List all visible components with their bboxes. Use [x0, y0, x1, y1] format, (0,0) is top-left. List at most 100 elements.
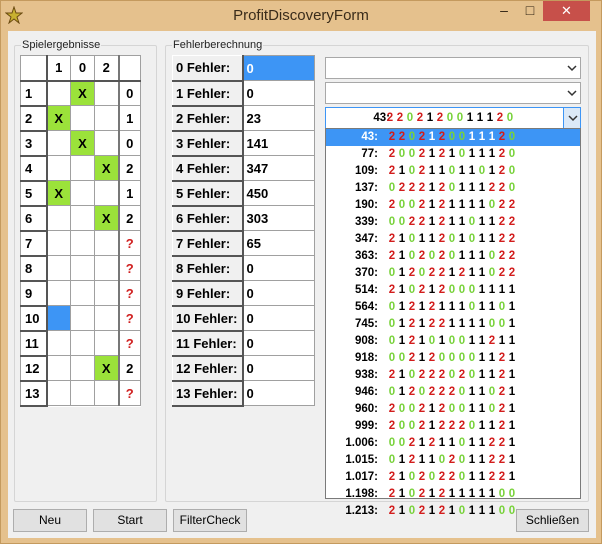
- tipp-list-item[interactable]: 514: 2 1 0 2 1 2 0 0 0 1 1 1 1: [326, 282, 580, 299]
- fehler-value[interactable]: 0: [242, 280, 315, 306]
- tipp-list-item[interactable]: 347: 2 1 0 1 1 2 0 1 0 1 1 2 2: [326, 231, 580, 248]
- grid-tipp-cell[interactable]: [94, 180, 119, 206]
- tipp-list-item[interactable]: 946: 0 1 2 0 2 2 2 0 1 1 0 2 1: [326, 384, 580, 401]
- tipp-list-item[interactable]: 1.198: 2 1 0 2 1 2 1 1 1 1 1 0 0: [326, 486, 580, 503]
- grid-tipp-cell[interactable]: [94, 105, 119, 131]
- grid-tipp-cell[interactable]: [46, 355, 71, 381]
- grid-tipp-cell[interactable]: [94, 255, 119, 281]
- grid-tipp-cell[interactable]: [70, 255, 95, 281]
- fehler-value[interactable]: 303: [242, 205, 315, 231]
- tipp-list-item[interactable]: 109: 2 1 0 2 1 1 0 1 1 0 1 2 0: [326, 163, 580, 180]
- chevron-down-icon[interactable]: [566, 62, 578, 74]
- grid-tipp-cell[interactable]: [94, 305, 119, 331]
- grid-tipp-cell[interactable]: [46, 205, 71, 231]
- filtercheck-button[interactable]: FilterCheck: [173, 509, 247, 532]
- grid-tipp-cell[interactable]: [70, 155, 95, 181]
- title-bar[interactable]: ProfitDiscoveryForm – □ ✕: [1, 1, 601, 31]
- grid-tipp-cell[interactable]: X: [70, 130, 95, 156]
- grid-result-cell: 2: [117, 205, 141, 231]
- grid-tipp-cell[interactable]: [46, 305, 71, 331]
- tipp-number: 918:: [354, 352, 378, 364]
- schliessen-button[interactable]: Schließen: [516, 509, 589, 532]
- grid-tipp-cell[interactable]: [46, 330, 71, 356]
- grid-tipp-cell[interactable]: [46, 230, 71, 256]
- tipp-list-item[interactable]: 999: 2 0 0 2 1 2 2 2 0 1 1 2 1: [326, 418, 580, 435]
- tipp-list-item[interactable]: 190: 2 0 0 2 1 2 1 1 1 1 0 2 2: [326, 197, 580, 214]
- grid-tipp-cell[interactable]: X: [94, 205, 119, 231]
- fehler-value[interactable]: 0: [242, 80, 315, 106]
- fehler-table[interactable]: 0 Fehler: 0 1 Fehler: 0 2 Fehler: 23 3 Fehler:…: [172, 55, 315, 407]
- grid-tipp-cell[interactable]: X: [46, 105, 71, 131]
- tipp-list-item[interactable]: 1.006: 0 0 2 1 2 1 1 0 1 1 2 2 1: [326, 435, 580, 452]
- grid-tipp-cell[interactable]: [94, 330, 119, 356]
- grid-tipp-cell[interactable]: X: [94, 155, 119, 181]
- start-button[interactable]: Start: [93, 509, 167, 532]
- grid-tipp-cell[interactable]: [70, 380, 95, 406]
- tipp-list-item[interactable]: 137: 0 2 2 2 1 2 0 1 1 1 2 2 0: [326, 180, 580, 197]
- tipp-dropdown-list[interactable]: 43: 2 2 0 2 1 2 0 0 1 1 1 2 0 77: 2 0 0 2 1 2 1 0 1 1 1 2 0 109: 2 1 0 2…: [325, 128, 581, 517]
- tipp-list-item[interactable]: 938: 2 1 0 2 2 2 0 2 0 1 1 2 1: [326, 367, 580, 384]
- grid-tipp-cell[interactable]: [94, 230, 119, 256]
- tipp-list-item[interactable]: 918: 0 0 2 1 2 0 0 0 0 1 1 2 1: [326, 350, 580, 367]
- tipp-list-item[interactable]: 77: 2 0 0 2 1 2 1 0 1 1 1 2 0: [326, 146, 580, 163]
- tipp-list-item[interactable]: 745: 0 1 2 1 2 2 1 1 1 1 0 0 1: [326, 316, 580, 333]
- results-grid[interactable]: 1 0 2 1 X 0 2 X 1 3 X 0 4 X 2 5 X 1 6 X 2 7? 8? 9? 10? 11? 12 X 2 13?: [20, 55, 141, 407]
- fehler-row: 5 Fehler: 450: [172, 180, 315, 207]
- tipp-combo[interactable]: 43: 2 2 0 2 1 2 0 0 1 1 1 2 0: [325, 107, 581, 129]
- tipp-list-item[interactable]: 370: 0 1 2 0 2 2 1 2 1 1 0 2 2: [326, 265, 580, 282]
- fehler-value[interactable]: 0: [242, 55, 315, 81]
- fehler-value[interactable]: 450: [242, 180, 315, 206]
- grid-tipp-cell[interactable]: [70, 330, 95, 356]
- tipp-digits: 2102220201121: [388, 369, 516, 381]
- fehler-value[interactable]: 23: [242, 105, 315, 131]
- grid-tipp-cell[interactable]: [70, 305, 95, 331]
- fehler-value[interactable]: 0: [242, 255, 315, 281]
- minimize-button[interactable]: –: [491, 1, 517, 21]
- tipp-list-item[interactable]: 339: 0 0 2 2 1 2 1 1 0 1 1 2 2: [326, 214, 580, 231]
- tipp-list-item[interactable]: 363: 2 1 0 2 0 2 0 1 1 1 0 2 2: [326, 248, 580, 265]
- grid-tipp-cell[interactable]: [70, 230, 95, 256]
- grid-tipp-cell[interactable]: [46, 380, 71, 406]
- neu-button[interactable]: Neu: [13, 509, 87, 532]
- filter-combo-1[interactable]: [325, 57, 581, 79]
- tipp-list-item[interactable]: 1.015: 0 1 2 1 1 0 2 0 1 1 2 2 1: [326, 452, 580, 469]
- grid-tipp-cell[interactable]: [94, 130, 119, 156]
- tipp-combo-dropdown-button[interactable]: [563, 108, 580, 128]
- grid-tipp-cell[interactable]: [46, 155, 71, 181]
- tipp-list-item[interactable]: 908: 0 1 2 1 0 1 0 0 1 1 2 1 1: [326, 333, 580, 350]
- fehler-value[interactable]: 65: [242, 230, 315, 256]
- grid-tipp-cell[interactable]: [46, 80, 71, 106]
- grid-tipp-cell[interactable]: [70, 355, 95, 381]
- grid-tipp-cell[interactable]: X: [46, 180, 71, 206]
- tipp-list-item[interactable]: 43: 2 2 0 2 1 2 0 0 1 1 1 2 0: [326, 129, 580, 146]
- tipp-list-item[interactable]: 1.017: 2 1 0 2 0 2 2 0 1 1 2 2 1: [326, 469, 580, 486]
- grid-tipp-cell[interactable]: [70, 205, 95, 231]
- grid-row: 11?: [20, 330, 141, 357]
- grid-tipp-cell[interactable]: [70, 280, 95, 306]
- fehler-label: 0 Fehler:: [172, 55, 244, 82]
- tipp-list-item[interactable]: 960: 2 0 0 2 1 2 0 0 1 1 0 2 1: [326, 401, 580, 418]
- fehler-value[interactable]: 347: [242, 155, 315, 181]
- grid-tipp-cell[interactable]: X: [70, 80, 95, 106]
- grid-tipp-cell[interactable]: [70, 180, 95, 206]
- grid-tipp-cell[interactable]: [46, 280, 71, 306]
- grid-tipp-cell[interactable]: X: [94, 355, 119, 381]
- maximize-button[interactable]: □: [517, 1, 543, 21]
- grid-tipp-cell[interactable]: [94, 280, 119, 306]
- chevron-down-icon[interactable]: [566, 87, 578, 99]
- fehler-value[interactable]: 0: [242, 305, 315, 331]
- grid-tipp-cell[interactable]: [94, 380, 119, 406]
- grid-tipp-cell[interactable]: [70, 105, 95, 131]
- fehler-value[interactable]: 0: [242, 330, 315, 356]
- tipp-digits: 0121211101101: [388, 301, 516, 313]
- chevron-down-icon[interactable]: [567, 112, 579, 124]
- tipp-list-item[interactable]: 564: 0 1 2 1 2 1 1 1 0 1 1 0 1: [326, 299, 580, 316]
- close-window-button[interactable]: ✕: [543, 1, 590, 21]
- grid-tipp-cell[interactable]: [94, 80, 119, 106]
- fehler-value[interactable]: 0: [242, 380, 315, 406]
- fehler-value[interactable]: 0: [242, 355, 315, 381]
- fehler-value[interactable]: 141: [242, 130, 315, 156]
- grid-tipp-cell[interactable]: [46, 130, 71, 156]
- filter-combo-2[interactable]: [325, 82, 581, 104]
- grid-tipp-cell[interactable]: [46, 255, 71, 281]
